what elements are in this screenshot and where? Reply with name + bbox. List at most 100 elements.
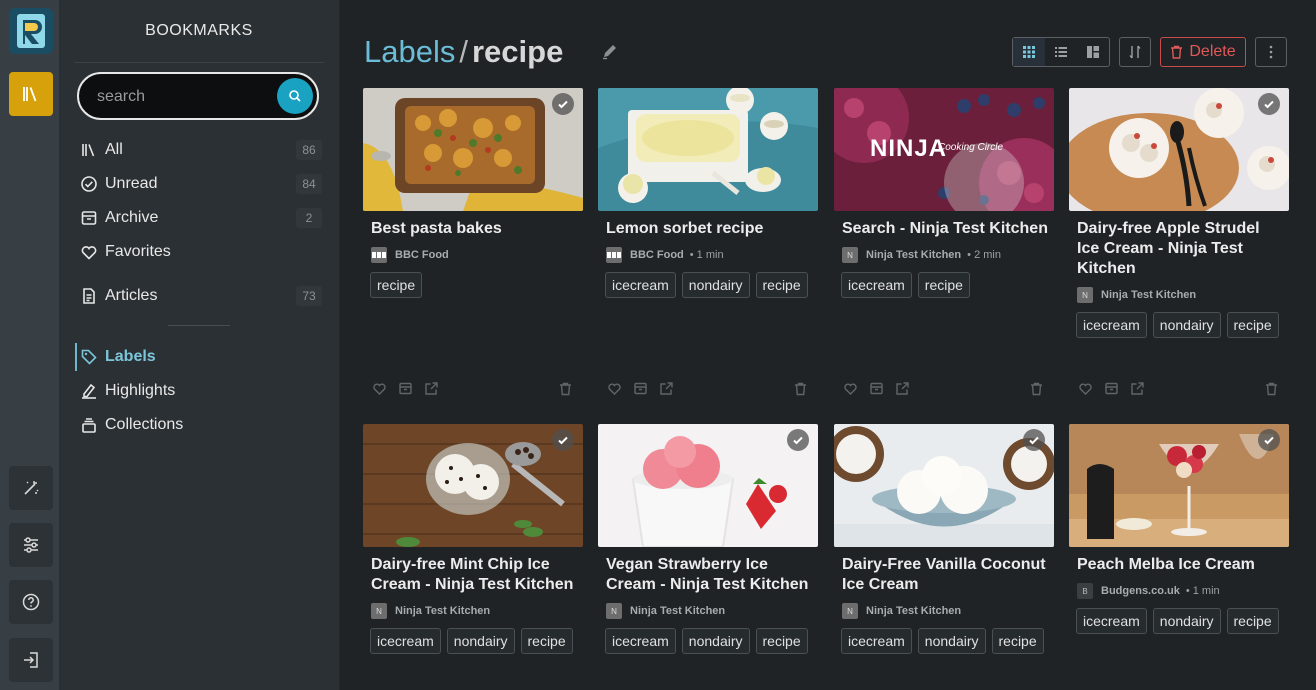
card-thumbnail[interactable]	[363, 424, 583, 547]
bookmark-card[interactable]: Dairy-free Apple Strudel Ice Cream - Nin…	[1069, 88, 1289, 396]
card-title[interactable]: Search - Ninja Test Kitchen	[842, 219, 1048, 239]
select-checkbox[interactable]	[552, 429, 574, 451]
archive-icon[interactable]	[1104, 381, 1119, 396]
card-thumbnail[interactable]	[363, 88, 583, 211]
select-checkbox[interactable]	[1258, 429, 1280, 451]
card-meta: N Ninja Test Kitchen	[842, 603, 961, 619]
pencil-icon[interactable]	[600, 41, 620, 61]
rail-help-button[interactable]	[9, 580, 53, 624]
rail-logout-button[interactable]	[9, 638, 53, 682]
tag-chip[interactable]: recipe	[755, 628, 808, 654]
heart-icon[interactable]	[372, 381, 387, 396]
card-thumbnail[interactable]	[598, 88, 818, 211]
sidebar-item-favorites[interactable]: Favorites	[80, 239, 322, 265]
sidebar: BOOKMARKS All 86 Unread 84 Archive 2 Fav…	[60, 0, 340, 690]
card-title[interactable]: Lemon sorbet recipe	[606, 219, 812, 239]
tag-chip[interactable]: recipe	[755, 272, 808, 298]
bookmark-card[interactable]: Vegan Strawberry Ice Cream - Ninja Test …	[598, 424, 818, 690]
trash-icon[interactable]	[1264, 381, 1279, 396]
tag-chip[interactable]: recipe	[520, 628, 573, 654]
card-title[interactable]: Dairy-Free Vanilla Coconut Ice Cream	[842, 555, 1048, 595]
sidebar-item-archive[interactable]: Archive 2	[80, 205, 322, 231]
grid-view-button[interactable]	[1013, 38, 1045, 66]
tag-list: recipe	[370, 272, 580, 298]
tag-chip[interactable]: recipe	[1226, 608, 1279, 634]
trash-icon[interactable]	[558, 381, 573, 396]
trash-icon[interactable]	[793, 381, 808, 396]
card-thumbnail[interactable]	[598, 424, 818, 547]
external-link-icon[interactable]	[895, 381, 910, 396]
bookmark-card[interactable]: Lemon sorbet recipe BBC Food • 1 min ice…	[598, 88, 818, 396]
tag-chip[interactable]: icecream	[370, 628, 441, 654]
tag-chip[interactable]: recipe	[370, 272, 423, 298]
card-title[interactable]: Dairy-free Apple Strudel Ice Cream - Nin…	[1077, 219, 1283, 279]
card-thumbnail[interactable]: NINJA Cooking Circle	[834, 88, 1054, 211]
rail-settings-button[interactable]	[9, 523, 53, 567]
sidebar-item-highlights[interactable]: Highlights	[80, 378, 322, 404]
card-thumbnail[interactable]	[1069, 424, 1289, 547]
mosaic-view-button[interactable]	[1077, 38, 1109, 66]
sidebar-item-labels[interactable]: Labels	[80, 344, 322, 370]
reading-time: • 1 min	[689, 249, 724, 261]
sidebar-item-all[interactable]: All 86	[80, 137, 322, 163]
tag-chip[interactable]: recipe	[1226, 312, 1279, 338]
tag-chip[interactable]: nondairy	[681, 628, 750, 654]
bookmark-card[interactable]: Best pasta bakes BBC Food recipe	[363, 88, 583, 396]
tag-chip[interactable]: recipe	[991, 628, 1044, 654]
archive-icon[interactable]	[398, 381, 413, 396]
bookmark-card[interactable]: Peach Melba Ice Cream B Budgens.co.uk • …	[1069, 424, 1289, 690]
bookmark-card[interactable]: NINJA Cooking Circle Search - Ninja Test…	[834, 88, 1054, 396]
tag-chip[interactable]: nondairy	[1152, 608, 1221, 634]
select-checkbox[interactable]	[1258, 93, 1280, 115]
sidebar-item-unread[interactable]: Unread 84	[80, 171, 322, 197]
tag-chip[interactable]: nondairy	[917, 628, 986, 654]
tag-chip[interactable]: icecream	[1076, 608, 1147, 634]
external-link-icon[interactable]	[1130, 381, 1145, 396]
tag-chip[interactable]: icecream	[605, 272, 676, 298]
breadcrumb-labels[interactable]: Labels	[364, 34, 455, 69]
archive-icon[interactable]	[633, 381, 648, 396]
card-thumbnail[interactable]	[834, 424, 1054, 547]
tag-chip[interactable]: nondairy	[681, 272, 750, 298]
tag-chip[interactable]: icecream	[1076, 312, 1147, 338]
heart-icon[interactable]	[843, 381, 858, 396]
select-checkbox[interactable]	[787, 429, 809, 451]
divider	[168, 325, 230, 326]
tag-chip[interactable]: recipe	[917, 272, 970, 298]
archive-icon[interactable]	[869, 381, 884, 396]
delete-button[interactable]: Delete	[1160, 37, 1246, 67]
card-title[interactable]: Dairy-free Mint Chip Ice Cream - Ninja T…	[371, 555, 577, 595]
current-label: recipe	[471, 34, 564, 69]
card-thumbnail[interactable]	[1069, 88, 1289, 211]
sidebar-item-collections[interactable]: Collections	[80, 412, 322, 438]
bookmark-card[interactable]: Dairy-Free Vanilla Coconut Ice Cream N N…	[834, 424, 1054, 690]
card-title[interactable]: Best pasta bakes	[371, 219, 577, 239]
search-input[interactable]	[97, 87, 267, 107]
rail-wand-button[interactable]	[9, 466, 53, 510]
site-favicon: N	[1077, 287, 1093, 303]
rail-bookmarks-button[interactable]	[9, 72, 53, 116]
tag-chip[interactable]: icecream	[841, 272, 912, 298]
tag-chip[interactable]: icecream	[841, 628, 912, 654]
card-title[interactable]: Peach Melba Ice Cream	[1077, 555, 1283, 575]
more-options-button[interactable]	[1255, 37, 1287, 67]
site-favicon: N	[371, 603, 387, 619]
sidebar-item-articles[interactable]: Articles 73	[80, 283, 322, 309]
select-checkbox[interactable]	[1023, 429, 1045, 451]
external-link-icon[interactable]	[659, 381, 674, 396]
heart-icon[interactable]	[607, 381, 622, 396]
app-logo[interactable]	[9, 8, 53, 54]
list-view-button[interactable]	[1045, 38, 1077, 66]
tag-chip[interactable]: nondairy	[446, 628, 515, 654]
search-button[interactable]	[277, 78, 313, 114]
heart-icon[interactable]	[1078, 381, 1093, 396]
select-checkbox[interactable]	[552, 93, 574, 115]
sort-button[interactable]	[1119, 37, 1151, 67]
card-title[interactable]: Vegan Strawberry Ice Cream - Ninja Test …	[606, 555, 812, 595]
site-name: Ninja Test Kitchen	[630, 605, 726, 617]
bookmark-card[interactable]: Dairy-free Mint Chip Ice Cream - Ninja T…	[363, 424, 583, 690]
trash-icon[interactable]	[1029, 381, 1044, 396]
tag-chip[interactable]: icecream	[605, 628, 676, 654]
external-link-icon[interactable]	[424, 381, 439, 396]
tag-chip[interactable]: nondairy	[1152, 312, 1221, 338]
